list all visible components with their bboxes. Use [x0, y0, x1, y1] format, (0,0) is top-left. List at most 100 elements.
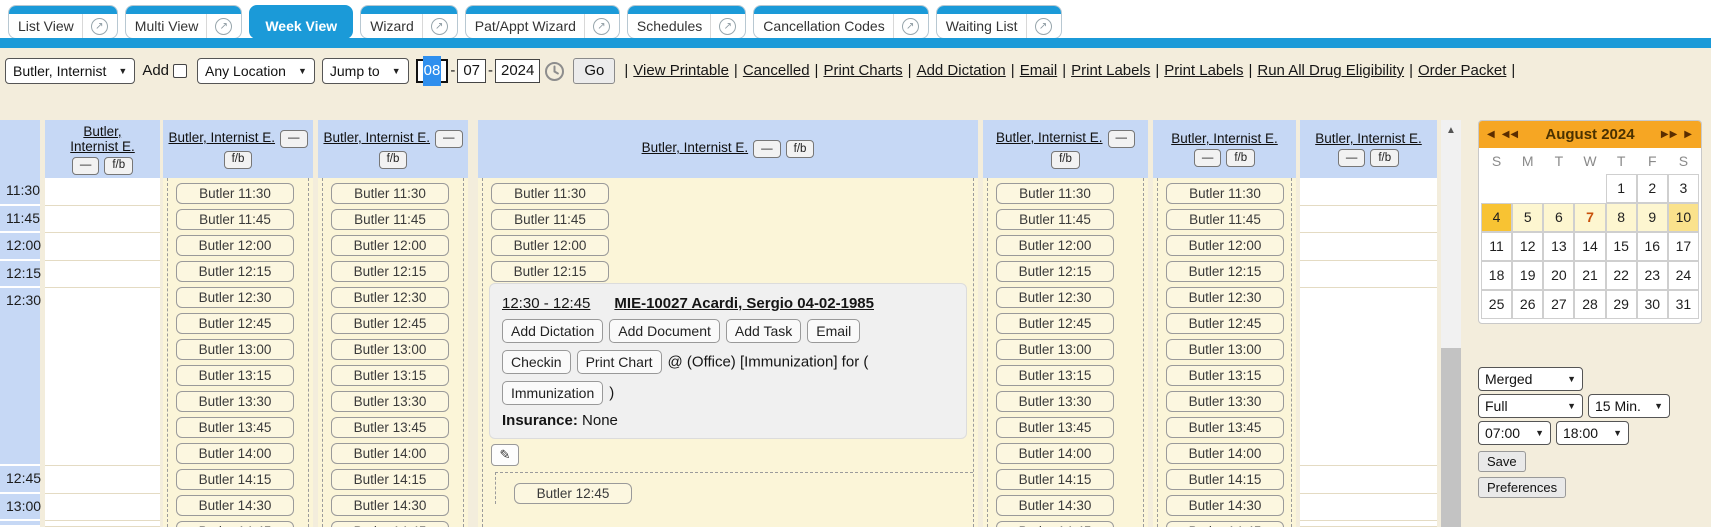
slot-button[interactable]: Butler 11:30 [996, 183, 1114, 204]
tab-list-view[interactable]: List View↗ [8, 5, 118, 39]
slot-button[interactable]: Butler 12:00 [176, 235, 294, 256]
slot-button[interactable]: Butler 14:45 [176, 521, 294, 527]
vertical-scrollbar[interactable]: ▲ [1441, 120, 1461, 527]
calendar-day-2[interactable]: 2 [1637, 174, 1668, 203]
calendar-day-27[interactable]: 27 [1543, 290, 1574, 319]
clock-icon[interactable] [544, 61, 565, 82]
calendar-day-17[interactable]: 17 [1668, 232, 1699, 261]
preferences-button[interactable]: Preferences [1478, 477, 1566, 498]
slot-button[interactable]: Butler 11:45 [491, 209, 609, 230]
slot-button[interactable]: Butler 14:00 [996, 443, 1114, 464]
immunization-button[interactable]: Immunization [502, 381, 603, 405]
collapse-column-button[interactable]: — [1338, 149, 1366, 167]
slot-button[interactable]: Butler 12:15 [1166, 261, 1284, 282]
end-time-select[interactable]: 18:00▼ [1556, 421, 1629, 445]
open-in-new-icon[interactable]: ↗ [719, 18, 736, 35]
tab-pat-appt-wizard[interactable]: Pat/Appt Wizard↗ [465, 5, 620, 39]
slot-button[interactable]: Butler 12:00 [996, 235, 1114, 256]
slot-button[interactable]: Butler 14:30 [1166, 495, 1284, 516]
calendar-day-21[interactable]: 21 [1574, 261, 1605, 290]
merged-select[interactable]: Merged▼ [1478, 367, 1583, 391]
jump-to-select[interactable]: Jump to▼ [322, 58, 409, 84]
fb-button[interactable]: f/b [104, 157, 133, 175]
tab-waiting-list[interactable]: Waiting List↗ [936, 5, 1062, 39]
email-button[interactable]: Email [807, 319, 860, 343]
tab-cancellation-codes[interactable]: Cancellation Codes↗ [753, 5, 928, 39]
tab-schedules[interactable]: Schedules↗ [627, 5, 746, 39]
slot-button[interactable]: Butler 13:30 [331, 391, 449, 412]
slot-button[interactable]: Butler 12:45 [1166, 313, 1284, 334]
slot-button[interactable]: Butler 14:00 [176, 443, 294, 464]
slot-button[interactable]: Butler 12:45 [996, 313, 1114, 334]
calendar-day-5[interactable]: 5 [1512, 203, 1543, 232]
calendar-day-18[interactable]: 18 [1481, 261, 1512, 290]
calendar-day-10[interactable]: 10 [1668, 203, 1699, 232]
slot-button[interactable]: Butler 14:15 [1166, 469, 1284, 490]
calendar-day-11[interactable]: 11 [1481, 232, 1512, 261]
edit-appointment-icon[interactable]: ✎ [491, 444, 519, 466]
slot-button[interactable]: Butler 13:15 [331, 365, 449, 386]
calendar-prev-icon[interactable]: ◀ [1487, 129, 1496, 140]
slot-button[interactable]: Butler 13:30 [1166, 391, 1284, 412]
slot-button[interactable]: Butler 11:30 [1166, 183, 1284, 204]
date-month-input[interactable]: 08 [416, 59, 449, 83]
link-add-dictation[interactable]: Add Dictation [917, 62, 1006, 79]
slot-button[interactable]: Butler 13:00 [176, 339, 294, 360]
fb-button[interactable]: f/b [786, 140, 815, 158]
calendar-next-icon[interactable]: ▶ [1684, 129, 1693, 140]
slot-button[interactable]: Butler 14:45 [996, 521, 1114, 527]
fb-button[interactable]: f/b [224, 151, 253, 169]
calendar-day-25[interactable]: 25 [1481, 290, 1512, 319]
checkin-button[interactable]: Checkin [502, 350, 571, 374]
provider-link[interactable]: Butler, Internist E. [642, 140, 749, 158]
slot-button[interactable]: Butler 12:30 [331, 287, 449, 308]
calendar-day-28[interactable]: 28 [1574, 290, 1605, 319]
calendar-day-16[interactable]: 16 [1637, 232, 1668, 261]
slot-button[interactable]: Butler 13:15 [1166, 365, 1284, 386]
calendar-fast-prev-icon[interactable]: ◀◀ [1502, 129, 1519, 140]
slot-button[interactable]: Butler 11:45 [331, 209, 449, 230]
add-dictation-button[interactable]: Add Dictation [502, 319, 603, 343]
slot-button[interactable]: Butler 12:00 [491, 235, 609, 256]
calendar-day-15[interactable]: 15 [1606, 232, 1637, 261]
slot-button[interactable]: Butler 12:00 [331, 235, 449, 256]
provider-link[interactable]: Butler, Internist E. [168, 130, 275, 148]
calendar-day-22[interactable]: 22 [1606, 261, 1637, 290]
provider-select[interactable]: Butler, Internist▼ [5, 58, 135, 84]
date-day-input[interactable]: 07 [457, 59, 486, 83]
tab-week-view[interactable]: Week View [249, 5, 353, 39]
slot-button[interactable]: Butler 13:45 [996, 417, 1114, 438]
slot-button[interactable]: Butler 14:30 [996, 495, 1114, 516]
calendar-day-14[interactable]: 14 [1574, 232, 1605, 261]
scrollbar-thumb[interactable] [1441, 348, 1461, 527]
calendar-day-7[interactable]: 7 [1574, 203, 1605, 232]
fb-button[interactable]: f/b [379, 151, 408, 169]
fb-button[interactable]: f/b [1051, 151, 1080, 169]
slot-button[interactable]: Butler 13:30 [176, 391, 294, 412]
calendar-day-26[interactable]: 26 [1512, 290, 1543, 319]
collapse-column-button[interactable]: — [435, 130, 463, 148]
add-document-button[interactable]: Add Document [609, 319, 720, 343]
slot-button[interactable]: Butler 11:30 [331, 183, 449, 204]
slot-button[interactable]: Butler 14:30 [331, 495, 449, 516]
link-print-labels[interactable]: Print Labels [1071, 62, 1150, 79]
slot-button[interactable]: Butler 12:30 [176, 287, 294, 308]
slot-button[interactable]: Butler 12:30 [1166, 287, 1284, 308]
provider-link[interactable]: Butler, Internist E. [323, 130, 430, 148]
link-order-packet[interactable]: Order Packet [1418, 62, 1506, 79]
slot-button[interactable]: Butler 13:30 [996, 391, 1114, 412]
save-button[interactable]: Save [1478, 451, 1526, 472]
open-in-new-icon[interactable]: ↗ [431, 18, 448, 35]
calendar-day-24[interactable]: 24 [1668, 261, 1699, 290]
calendar-day-8[interactable]: 8 [1606, 203, 1637, 232]
slot-button[interactable]: Butler 14:15 [331, 469, 449, 490]
date-year-input[interactable]: 2024 [495, 59, 540, 83]
slot-button[interactable]: Butler 11:30 [491, 183, 609, 204]
fb-button[interactable]: f/b [1226, 149, 1255, 167]
slot-button[interactable]: Butler 12:45 [514, 483, 632, 504]
slot-button[interactable]: Butler 11:45 [996, 209, 1114, 230]
slot-button[interactable]: Butler 12:15 [331, 261, 449, 282]
tab-wizard[interactable]: Wizard↗ [360, 5, 458, 39]
calendar-fast-next-icon[interactable]: ▶▶ [1661, 129, 1678, 140]
collapse-column-button[interactable]: — [72, 157, 100, 175]
